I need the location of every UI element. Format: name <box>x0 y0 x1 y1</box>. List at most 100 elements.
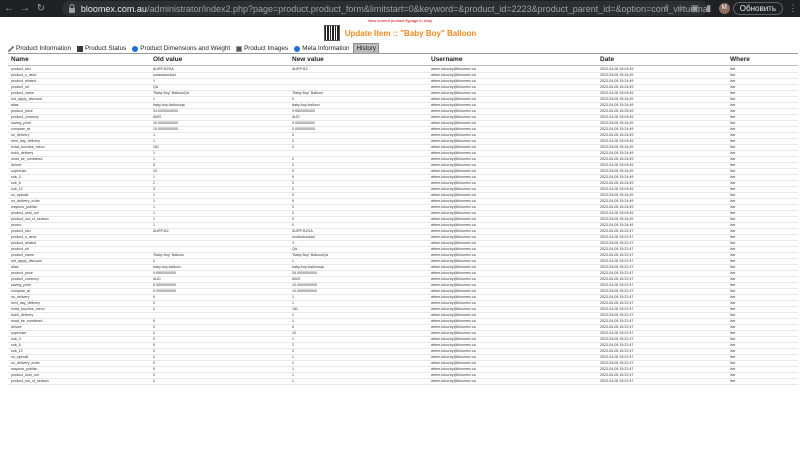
cell-new-value: 1 <box>292 301 294 305</box>
cell-name: product_name <box>11 253 34 257</box>
cell-name: supersize <box>11 169 27 173</box>
cell-where: live <box>730 133 736 137</box>
cell-username: artem.tokuchy@bloomex.ca <box>431 115 476 119</box>
cell-where: live <box>730 175 736 179</box>
cell-new-value: 1 <box>292 313 294 317</box>
cell-where: live <box>730 271 736 275</box>
cell-name: product_out_of_season <box>11 379 49 383</box>
cell-name: not_apply_discount <box>11 259 42 263</box>
bookmark-star-icon[interactable]: ☆ <box>674 3 688 14</box>
cell-new-value: QA <box>292 247 298 251</box>
cell-old-value: 1 <box>153 211 155 215</box>
cell-where: live <box>730 301 736 305</box>
cell-name: bukh_delivery <box>11 151 34 155</box>
cell-name: no_delivery_order <box>11 361 40 365</box>
extensions-icon[interactable]: ▣ <box>688 3 702 14</box>
cell-name: sub_3 <box>11 175 21 179</box>
cell-old-value: 1 <box>153 139 155 143</box>
cell-old-value: 0 <box>153 319 155 323</box>
cell-old-value: 0 <box>153 331 155 335</box>
info-icon <box>132 45 139 52</box>
tab-product-information[interactable]: Product Information <box>6 44 73 53</box>
cell-where: live <box>730 211 736 215</box>
cell-username: artem.tokuchy@bloomex.ca <box>431 301 476 305</box>
cell-where: live <box>730 127 736 131</box>
cell-where: live <box>730 367 736 371</box>
cell-where: live <box>730 169 736 173</box>
reload-icon[interactable]: ↻ <box>34 2 48 16</box>
tab-meta-information[interactable]: Meta Information <box>292 44 351 53</box>
cell-name: compare_at <box>11 289 30 293</box>
cell-old-value: baby-boy-balloonqa <box>153 103 185 107</box>
cell-new-value: 1 <box>292 367 294 371</box>
column-header: Username <box>431 56 463 63</box>
cell-username: artem.tokuchy@bloomex.ca <box>431 361 476 365</box>
cell-name: no_delivery <box>11 133 30 137</box>
cell-date: 2023-04-05 15:24:49 <box>600 121 634 125</box>
cell-date: 2023-04-05 15:22:47 <box>600 343 634 347</box>
cell-username: artem.tokuchy@bloomex.ca <box>431 199 476 203</box>
forward-icon[interactable]: → <box>18 2 32 16</box>
profile-avatar[interactable]: M <box>718 3 730 14</box>
cell-old-value: QA <box>153 85 159 89</box>
cell-date: 2023-04-05 15:22:47 <box>600 295 634 299</box>
cell-username: artem.tokuchy@bloomex.ca <box>431 91 476 95</box>
cell-date: 2023-04-05 15:22:47 <box>600 235 634 239</box>
share-icon[interactable]: ⇧ <box>660 3 674 14</box>
cell-where: live <box>730 325 736 329</box>
sidebar-icon[interactable]: ▮ <box>702 3 716 14</box>
cell-where: live <box>730 91 736 95</box>
tab-product-dimensions[interactable]: Product Dimensions and Weight <box>130 44 232 53</box>
address-bar[interactable]: bloomex.com.au /administrator/index2.php… <box>62 1 707 16</box>
tab-product-images[interactable]: Product Images <box>234 44 290 53</box>
cell-where: live <box>730 205 736 209</box>
view-flypage-link[interactable]: View current product flypage in shop <box>0 18 800 23</box>
tab-product-status[interactable]: Product Status <box>75 44 128 53</box>
cell-date: 2023-04-05 15:22:47 <box>600 331 634 335</box>
cell-date: 2023-04-05 15:22:47 <box>600 355 634 359</box>
cell-date: 2023-04-05 15:24:49 <box>600 91 634 95</box>
cell-old-value: 1 <box>153 223 155 227</box>
cell-name: alias <box>11 265 19 269</box>
column-header: Where <box>730 56 750 63</box>
update-browser-button[interactable]: Обновить <box>732 2 783 15</box>
cell-date: 2023-04-05 15:24:49 <box>600 187 634 191</box>
cell-name: saving_price <box>11 121 32 125</box>
menu-kebab-icon[interactable]: ⋮ <box>786 3 800 14</box>
column-header: Name <box>11 56 29 63</box>
cell-where: live <box>730 259 736 263</box>
cell-new-value: "Baby Boy" BalloonQA <box>292 253 329 257</box>
cell-where: live <box>730 361 736 365</box>
cell-new-value: "Baby Boy" Balloon <box>292 91 323 95</box>
back-icon[interactable]: ← <box>2 2 16 16</box>
cell-new-value: AWG <box>292 277 301 281</box>
cell-username: artem.tokuchy@bloomex.ca <box>431 331 476 335</box>
cell-name: wayonw_publish <box>11 205 38 209</box>
cell-username: artem.tokuchy@bloomex.ca <box>431 133 476 137</box>
cell-name: product_s_desc <box>11 73 37 77</box>
cell-date: 2023-04-05 15:24:49 <box>600 103 634 107</box>
cell-new-value: 1 <box>292 337 294 341</box>
cell-where: live <box>730 295 736 299</box>
cell-old-value: 5.0000000000 <box>153 283 176 287</box>
cell-new-value: 0 <box>292 223 294 227</box>
cell-username: artem.tokuchy@bloomex.ca <box>431 181 476 185</box>
cell-name: sub_12 <box>11 187 23 191</box>
cell-username: artem.tokuchy@bloomex.ca <box>431 223 476 227</box>
cell-name: extra_touches_menu <box>11 145 45 149</box>
cell-username: artem.tokuchy@bloomex.ca <box>431 169 476 173</box>
table-header: Name Old value New value Username Date W… <box>8 54 798 66</box>
cell-name: product_currency <box>11 277 39 281</box>
cell-new-value: 1 <box>292 373 294 377</box>
cell-username: artem.tokuchy@bloomex.ca <box>431 193 476 197</box>
cell-username: artem.tokuchy@bloomex.ca <box>431 139 476 143</box>
cell-date: 2023-04-05 15:24:49 <box>600 211 634 215</box>
cell-new-value: 0 <box>292 133 294 137</box>
tab-history[interactable]: History <box>353 43 380 53</box>
cell-username: artem.tokuchy@bloomex.ca <box>431 187 476 191</box>
cell-name: sub_3 <box>11 337 21 341</box>
cell-date: 2023-04-05 15:24:49 <box>600 151 634 155</box>
cell-name: product_url <box>11 85 29 89</box>
cell-name: product_sold_out <box>11 211 39 215</box>
cell-username: artem.tokuchy@bloomex.ca <box>431 235 476 239</box>
